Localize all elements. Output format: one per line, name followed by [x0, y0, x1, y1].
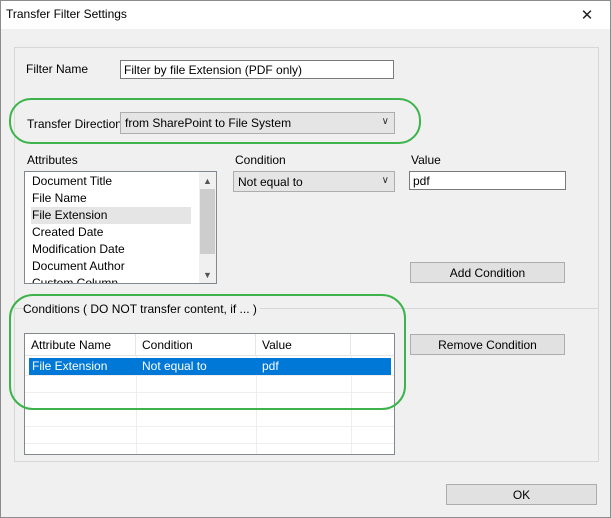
list-item[interactable]: File Extension: [31, 207, 191, 224]
list-item[interactable]: File Name: [31, 190, 191, 207]
scroll-thumb[interactable]: [200, 189, 215, 254]
list-item[interactable]: Created Date: [31, 224, 191, 241]
filter-name-input[interactable]: Filter by file Extension (PDF only): [120, 60, 394, 79]
highlight-ellipse-conditions: [9, 294, 406, 410]
chevron-down-icon: ∨: [381, 175, 389, 186]
title-bar: Transfer Filter Settings ✕: [1, 1, 610, 29]
list-item[interactable]: Custom Column: [31, 275, 191, 283]
window-title: Transfer Filter Settings: [6, 7, 127, 21]
list-item[interactable]: Document Title: [31, 173, 191, 190]
condition-label: Condition: [235, 153, 286, 167]
condition-select[interactable]: Not equal to ∨: [233, 171, 395, 192]
dialog-window: Transfer Filter Settings ✕ Filter Name F…: [0, 0, 611, 518]
filter-name-label: Filter Name: [26, 62, 89, 76]
list-item[interactable]: Document Author: [31, 258, 191, 275]
add-condition-button[interactable]: Add Condition: [410, 262, 565, 283]
attributes-scrollbar[interactable]: ▲ ▼: [199, 172, 216, 283]
remove-condition-button[interactable]: Remove Condition: [410, 334, 565, 355]
highlight-ellipse-direction: [9, 98, 421, 144]
grid-line: [25, 443, 394, 444]
ok-button[interactable]: OK: [446, 484, 597, 505]
value-input[interactable]: pdf: [409, 171, 566, 190]
attributes-listbox[interactable]: Document Title File Name File Extension …: [24, 171, 217, 284]
grid-line: [25, 426, 394, 427]
condition-value: Not equal to: [238, 175, 303, 189]
close-icon[interactable]: ✕: [564, 1, 610, 29]
list-item[interactable]: Modification Date: [31, 241, 191, 258]
value-label: Value: [411, 153, 441, 167]
attributes-label: Attributes: [27, 153, 78, 167]
scroll-up-icon[interactable]: ▲: [199, 172, 216, 189]
scroll-down-icon[interactable]: ▼: [199, 266, 216, 283]
